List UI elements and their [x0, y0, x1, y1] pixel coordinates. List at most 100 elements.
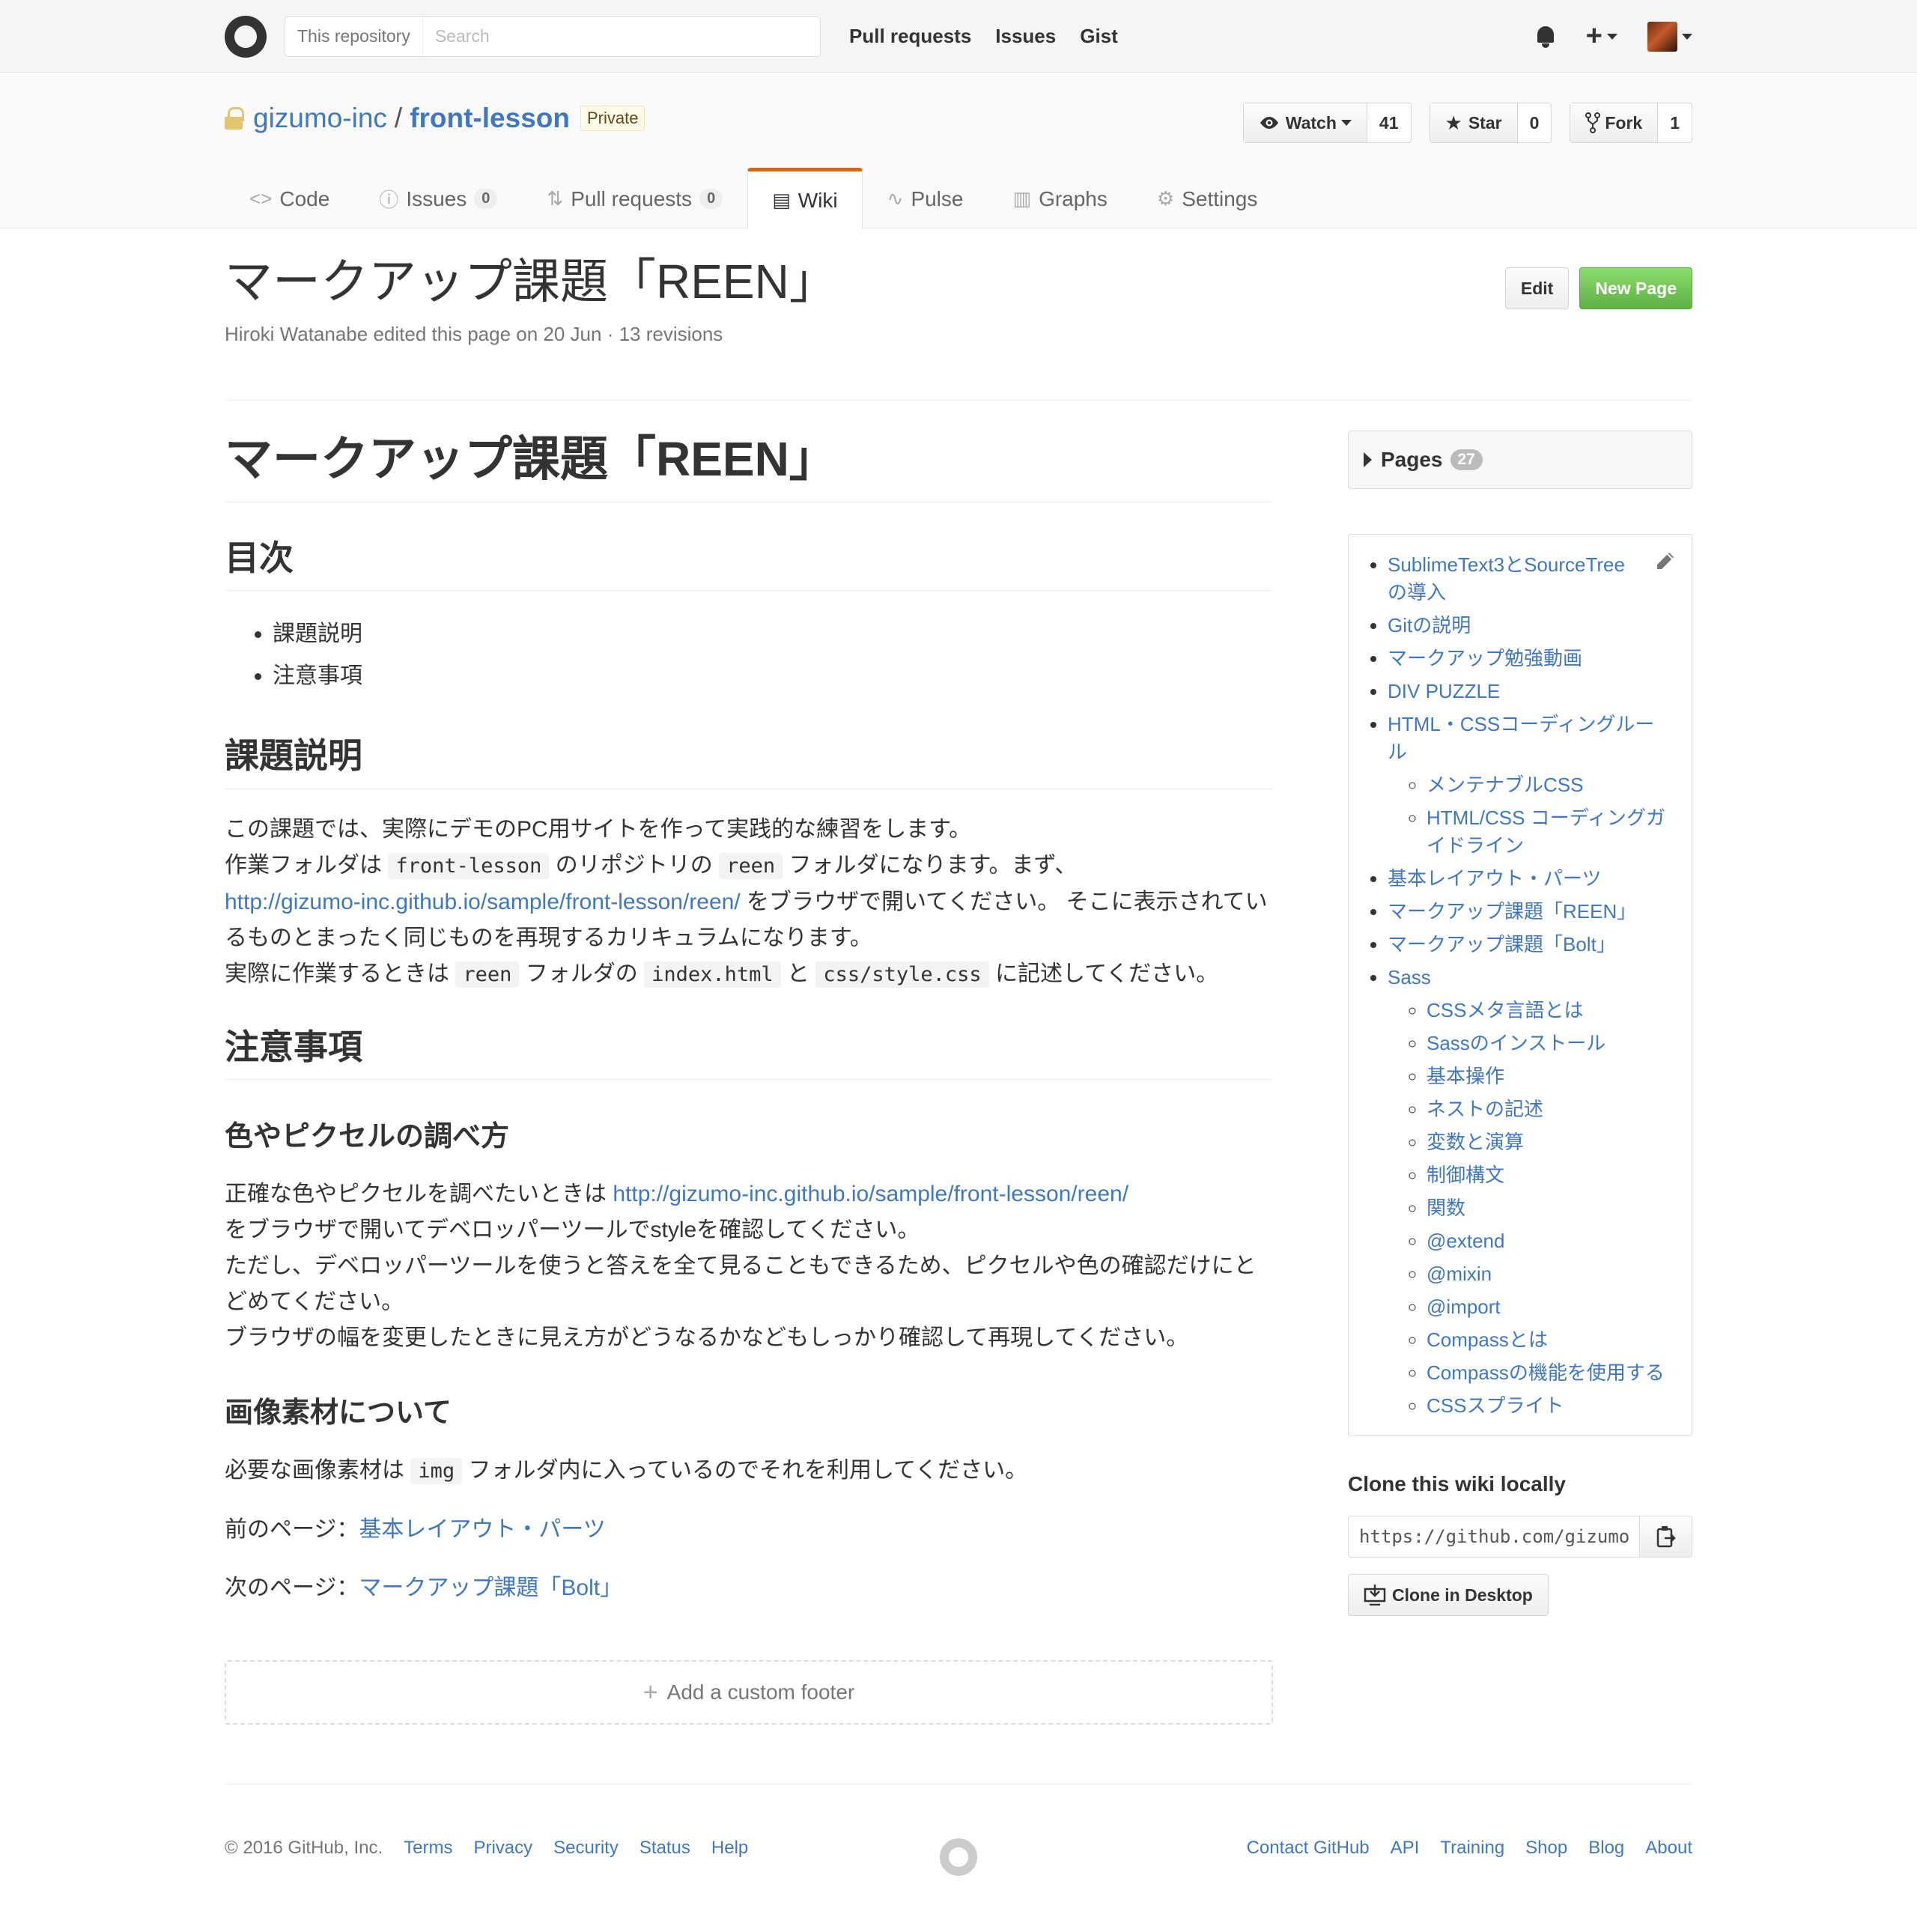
pencil-icon[interactable]	[1653, 550, 1677, 574]
subsection-heading: 色やピクセルの調べ方	[225, 1121, 510, 1153]
fork-count[interactable]: 1	[1658, 103, 1692, 142]
page-meta: Hiroki Watanabe edited this page on 20 J…	[225, 323, 723, 346]
footer-link-help[interactable]: Help	[711, 1838, 748, 1859]
fork-button[interactable]: Fork	[1570, 103, 1659, 142]
search-box[interactable]: This repository Search	[285, 16, 821, 57]
next-page-link[interactable]: マークアップ課題「Bolt」	[359, 1576, 622, 1600]
repo-owner-link[interactable]: gizumo-inc	[253, 103, 387, 134]
footer-link-security[interactable]: Security	[553, 1838, 619, 1859]
sidebar-link[interactable]: DIV PUZZLE	[1388, 680, 1500, 702]
footer-link-blog[interactable]: Blog	[1588, 1838, 1624, 1859]
wiki-content: マークアップ課題「REEN」 目次 課題説明 注意事項 課題説明 この課題では、…	[225, 431, 1273, 1725]
sidebar-link[interactable]: @mixin	[1427, 1263, 1492, 1285]
pages-toggle[interactable]: Pages 27	[1348, 431, 1692, 489]
list-item: Gitの説明	[1388, 612, 1674, 640]
watch-button[interactable]: Watch	[1243, 103, 1367, 142]
sidebar-link[interactable]: CSSスプライト	[1427, 1394, 1564, 1417]
list-item: 注意事項	[273, 655, 1273, 697]
sidebar-link[interactable]: 基本レイアウト・パーツ	[1388, 867, 1601, 890]
tab-issues[interactable]: ⓘ Issues 0	[354, 168, 522, 229]
sidebar-link[interactable]: マークアップ課題「Bolt」	[1388, 933, 1616, 956]
star-label: Star	[1468, 112, 1502, 133]
top-nav: Pull requests Issues Gist	[849, 25, 1118, 48]
gear-icon: ⚙	[1156, 187, 1175, 210]
text: フォルダの	[525, 961, 638, 986]
sidebar-link[interactable]: マークアップ課題「REEN」	[1388, 900, 1636, 923]
sidebar-link[interactable]: Sass	[1388, 966, 1431, 988]
lock-icon	[225, 107, 244, 130]
sidebar-link[interactable]: @import	[1427, 1295, 1501, 1318]
inline-code: reen	[719, 852, 783, 879]
star-button[interactable]: ★ Star	[1430, 103, 1518, 142]
sidebar-link[interactable]: CSSメタ言語とは	[1427, 999, 1583, 1021]
github-logo-icon[interactable]	[225, 15, 267, 58]
footer-link-about[interactable]: About	[1645, 1838, 1692, 1859]
sidebar-link[interactable]: 制御構文	[1427, 1164, 1504, 1186]
sidebar-link[interactable]: 基本操作	[1427, 1065, 1504, 1087]
sidebar-link[interactable]: Compassの機能を使用する	[1427, 1361, 1665, 1384]
footer-link-status[interactable]: Status	[639, 1838, 690, 1859]
sidebar-link[interactable]: HTML/CSS コーディングガイドライン	[1427, 806, 1665, 857]
sidebar-link[interactable]: @extend	[1427, 1230, 1504, 1252]
sidebar-link[interactable]: SublimeText3とSourceTreeの導入	[1388, 553, 1625, 604]
nav-issues[interactable]: Issues	[995, 25, 1056, 48]
nav-gist[interactable]: Gist	[1080, 25, 1118, 48]
edit-button[interactable]: Edit	[1504, 267, 1570, 309]
footer-link-contact[interactable]: Contact GitHub	[1247, 1838, 1370, 1859]
pull-request-icon: ⇅	[547, 187, 564, 210]
nav-pull-requests[interactable]: Pull requests	[849, 25, 971, 48]
sidebar-link[interactable]: Sassのインストール	[1427, 1032, 1605, 1054]
sidebar-link[interactable]: Gitの説明	[1388, 614, 1471, 637]
prev-page-link[interactable]: 基本レイアウト・パーツ	[359, 1517, 605, 1542]
watch-label: Watch	[1285, 112, 1337, 133]
bell-icon[interactable]	[1535, 25, 1556, 49]
sidebar-link[interactable]: メンテナブルCSS	[1427, 774, 1583, 796]
footer-link-terms[interactable]: Terms	[404, 1838, 452, 1859]
repo-name-link[interactable]: front-lesson	[410, 103, 570, 134]
copy-to-clipboard-button[interactable]	[1639, 1516, 1692, 1557]
custom-sidebar: SublimeText3とSourceTreeの導入 Gitの説明 マークアップ…	[1348, 534, 1692, 1436]
footer-link-privacy[interactable]: Privacy	[473, 1838, 532, 1859]
tab-code[interactable]: <> Code	[225, 168, 354, 229]
tab-settings[interactable]: ⚙ Settings	[1132, 168, 1282, 229]
sidebar-link[interactable]: マークアップ勉強動画	[1388, 647, 1582, 669]
user-menu[interactable]	[1647, 21, 1692, 52]
caret-down-icon	[1340, 120, 1352, 126]
clone-heading: Clone this wiki locally	[1348, 1472, 1566, 1495]
watch-group: Watch 41	[1242, 103, 1412, 143]
sidebar-link[interactable]: 変数と演算	[1427, 1131, 1524, 1153]
list-item: マークアップ課題「Bolt」	[1388, 931, 1674, 959]
eye-icon	[1260, 117, 1278, 129]
plus-icon: +	[642, 1677, 658, 1707]
tab-graphs[interactable]: ▥ Graphs	[988, 168, 1131, 229]
footer-link-api[interactable]: API	[1391, 1838, 1420, 1859]
section-heading: 課題説明	[225, 735, 1273, 789]
star-count[interactable]: 0	[1518, 103, 1552, 142]
tab-count: 0	[699, 189, 723, 209]
footer-link-training[interactable]: Training	[1440, 1838, 1504, 1859]
sidebar-link[interactable]: ネストの記述	[1427, 1098, 1543, 1120]
new-page-button[interactable]: New Page	[1579, 267, 1692, 309]
clone-in-desktop-button[interactable]: Clone in Desktop	[1348, 1574, 1549, 1616]
search-input[interactable]: Search	[423, 26, 502, 46]
sidebar-link[interactable]: HTML・CSSコーディングルール	[1388, 713, 1654, 763]
clipboard-icon	[1656, 1526, 1676, 1548]
inline-code: reen	[455, 961, 520, 988]
list-item: 課題説明	[273, 613, 1273, 655]
tab-pull-requests[interactable]: ⇅ Pull requests 0	[522, 168, 747, 229]
demo-link[interactable]: http://gizumo-inc.github.io/sample/front…	[613, 1182, 1128, 1206]
tab-wiki[interactable]: ▤ Wiki	[747, 168, 863, 229]
demo-link[interactable]: http://gizumo-inc.github.io/sample/front…	[225, 890, 741, 914]
text: をブラウザで開いてデベロッパーツールでstyleを確認してください。	[225, 1218, 920, 1243]
clone-url-field[interactable]: https://github.com/gizumo	[1348, 1516, 1692, 1558]
watch-count[interactable]: 41	[1367, 103, 1411, 142]
sidebar-link[interactable]: Compassとは	[1427, 1328, 1548, 1351]
footer-link-shop[interactable]: Shop	[1525, 1838, 1567, 1859]
tab-pulse[interactable]: ∿ Pulse	[863, 168, 988, 229]
clone-url-input[interactable]: https://github.com/gizumo	[1349, 1516, 1639, 1557]
sidebar-link[interactable]: 関数	[1427, 1197, 1465, 1219]
github-mark-icon[interactable]	[940, 1838, 977, 1876]
create-new-menu[interactable]: +	[1586, 20, 1617, 52]
add-custom-footer-button[interactable]: + Add a custom footer	[225, 1660, 1273, 1725]
list-item: @mixin	[1427, 1260, 1674, 1288]
